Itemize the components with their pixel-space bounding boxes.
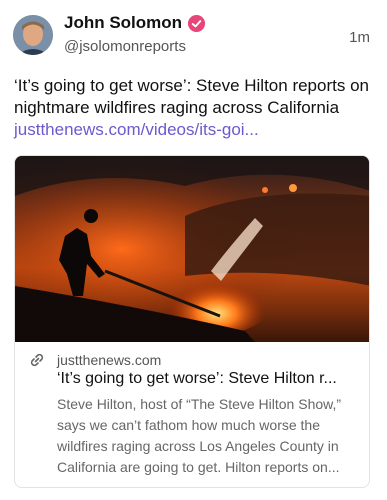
link-preview-card[interactable]: justthenews.com ‘It’s going to get worse… (14, 155, 370, 488)
author-name-row: John Solomon (64, 13, 206, 33)
post-time: 1m (349, 29, 370, 46)
card-title: ‘It’s going to get worse’: Steve Hilton … (57, 370, 337, 387)
link-icon (30, 353, 44, 367)
card-domain: justthenews.com (57, 352, 162, 368)
card-image (15, 156, 369, 342)
card-description: Steve Hilton, host of “The Steve Hilton … (57, 396, 342, 475)
post-text: ‘It’s going to get worse’: Steve Hilton … (14, 75, 376, 141)
verified-badge-icon (187, 14, 206, 32)
post-body: ‘It’s going to get worse’: Steve Hilton … (14, 76, 369, 117)
post-link[interactable]: justthenews.com/videos/its-goi... (14, 120, 259, 139)
avatar-image (13, 15, 53, 55)
avatar[interactable] (13, 15, 53, 55)
post: John Solomon @jsolomonreports 1m ‘It’s g… (0, 0, 387, 500)
author-handle[interactable]: @jsolomonreports (64, 38, 186, 55)
author-name[interactable]: John Solomon (64, 13, 182, 33)
